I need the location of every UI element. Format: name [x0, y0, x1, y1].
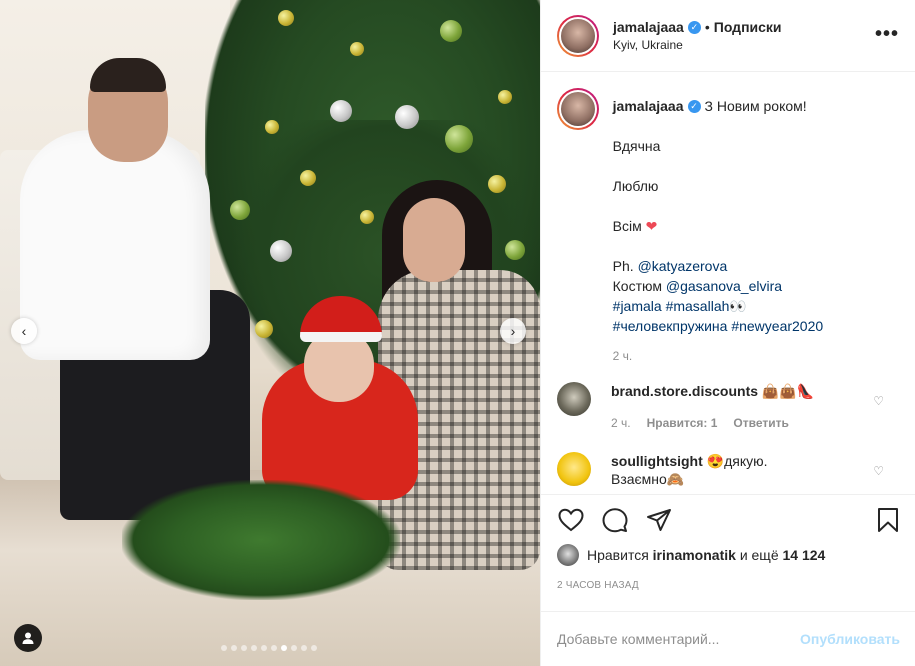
post-actions-bar	[541, 494, 915, 544]
ornament	[278, 10, 294, 26]
reply-button[interactable]: Ответить	[733, 414, 788, 432]
like-button[interactable]	[557, 506, 585, 534]
avatar[interactable]	[557, 14, 599, 57]
carousel-dot	[221, 645, 227, 651]
add-comment-bar: Опубликовать	[541, 611, 915, 666]
comment-like-heart-icon[interactable]: ♡	[873, 394, 884, 408]
comment-username[interactable]: soullightsight	[611, 453, 703, 469]
carousel-dot	[311, 645, 317, 651]
carousel-dot	[301, 645, 307, 651]
following-button[interactable]: Подписки	[714, 19, 782, 35]
carousel-indicator	[221, 645, 317, 651]
comment-button[interactable]	[601, 506, 629, 534]
location-link[interactable]: Kyiv, Ukraine	[613, 38, 782, 52]
likes-count[interactable]: 14 124	[783, 547, 826, 563]
photographer-label: Ph.	[612, 258, 634, 274]
add-comment-input[interactable]	[557, 631, 801, 647]
ornament	[330, 100, 352, 122]
comment-likes-count[interactable]: Нравится: 1	[647, 414, 718, 432]
header-username[interactable]: jamalajaaa	[613, 19, 684, 35]
paper-plane-icon	[647, 508, 671, 531]
caption-first-line: З Новим роком!	[704, 98, 807, 114]
comment-avatar[interactable]	[557, 452, 591, 486]
user-icon	[22, 632, 34, 644]
verified-badge-icon: ✓	[687, 20, 701, 34]
liker-avatar[interactable]	[557, 544, 579, 566]
comment-item: brand.store.discounts 👜👜👠 2 ч. Нравится:…	[557, 382, 900, 432]
separator-dot: •	[704, 19, 710, 35]
ornament	[445, 125, 473, 153]
comment-text: 😍дякую.	[706, 453, 768, 469]
ornament	[255, 320, 273, 338]
carousel-dot	[231, 645, 237, 651]
comments-list[interactable]: jamalajaaa ✓ З Новим роком! Вдячна Люблю…	[541, 72, 915, 494]
red-heart-emoji: ❤	[645, 218, 658, 234]
person-woman-face	[403, 198, 465, 282]
post-timestamp[interactable]: 2 ЧАСОВ НАЗАД	[557, 580, 639, 591]
save-button[interactable]	[874, 506, 902, 534]
caption-time[interactable]: 2 ч.	[613, 346, 900, 366]
costume-label: Костюм	[612, 278, 662, 294]
carousel-dot	[261, 645, 267, 651]
post-caption: jamalajaaa ✓ З Новим роком! Вдячна Люблю…	[557, 88, 900, 366]
carousel-dot	[241, 645, 247, 651]
caption-line: Вдячна	[612, 138, 661, 154]
carousel-dot-active	[281, 645, 287, 651]
comment-text-continued: Взаємно🙈	[611, 471, 685, 487]
ornament	[270, 240, 292, 262]
likes-summary: Нравится irinamonatik и ещё 14 124	[557, 544, 825, 566]
comment-bubble-icon	[602, 507, 628, 532]
caption-username[interactable]: jamalajaaa	[613, 96, 684, 116]
carousel-dot	[251, 645, 257, 651]
post-header: jamalajaaa ✓ • Подписки Kyiv, Ukraine ••…	[541, 0, 915, 72]
caption-all-text: Всім	[612, 218, 642, 234]
caption-avatar[interactable]	[557, 88, 599, 130]
ornament	[498, 90, 512, 104]
costume-mention-link[interactable]: @gasanova_elvira	[666, 278, 782, 294]
post-photo[interactable]: ‹ ›	[0, 0, 540, 666]
christmas-wreath	[122, 480, 400, 600]
carousel-dot	[291, 645, 297, 651]
comment-item: soullightsight 😍дякую. Взаємно🙈 ♡	[557, 452, 900, 488]
ornament	[395, 105, 419, 129]
share-button[interactable]	[645, 506, 673, 534]
ornament	[440, 20, 462, 42]
carousel-next-button[interactable]: ›	[500, 318, 526, 344]
hashtags-link[interactable]: #jamala #masallah👀	[613, 296, 900, 316]
comment-avatar[interactable]	[557, 382, 591, 416]
carousel-dot	[271, 645, 277, 651]
ornament	[488, 175, 506, 193]
more-options-icon[interactable]: •••	[875, 24, 899, 44]
liker-username[interactable]: irinamonatik	[653, 547, 736, 563]
comment-like-heart-icon[interactable]: ♡	[873, 464, 884, 478]
likes-prefix: Нравится	[587, 547, 649, 563]
ornament	[230, 200, 250, 220]
comment-text: 👜👜👠	[761, 383, 815, 399]
ornament	[350, 42, 364, 56]
caption-line: Ph. @katyazerova	[613, 256, 900, 276]
heart-icon	[558, 508, 584, 531]
hashtags-link[interactable]: #человекпружина #newyear2020	[613, 316, 900, 336]
comment-time[interactable]: 2 ч.	[611, 414, 631, 432]
post-side-panel: jamalajaaa ✓ • Подписки Kyiv, Ukraine ••…	[540, 0, 915, 666]
person-man	[20, 130, 210, 360]
bookmark-icon	[878, 507, 898, 532]
publish-button[interactable]: Опубликовать	[800, 631, 900, 647]
photographer-mention-link[interactable]: @katyazerova	[638, 258, 728, 274]
tagged-users-button[interactable]	[14, 624, 42, 652]
caption-line: Костюм @gasanova_elvira	[613, 276, 900, 296]
ornament	[300, 170, 316, 186]
caption-line: Люблю	[612, 178, 659, 194]
ornament	[505, 240, 525, 260]
caption-line: Всім ❤	[613, 216, 900, 236]
comment-username[interactable]: brand.store.discounts	[611, 383, 758, 399]
ornament	[265, 120, 279, 134]
likes-middle: и ещё	[739, 547, 779, 563]
ornament	[360, 210, 374, 224]
carousel-prev-button[interactable]: ‹	[11, 318, 37, 344]
verified-badge-icon: ✓	[687, 99, 701, 113]
